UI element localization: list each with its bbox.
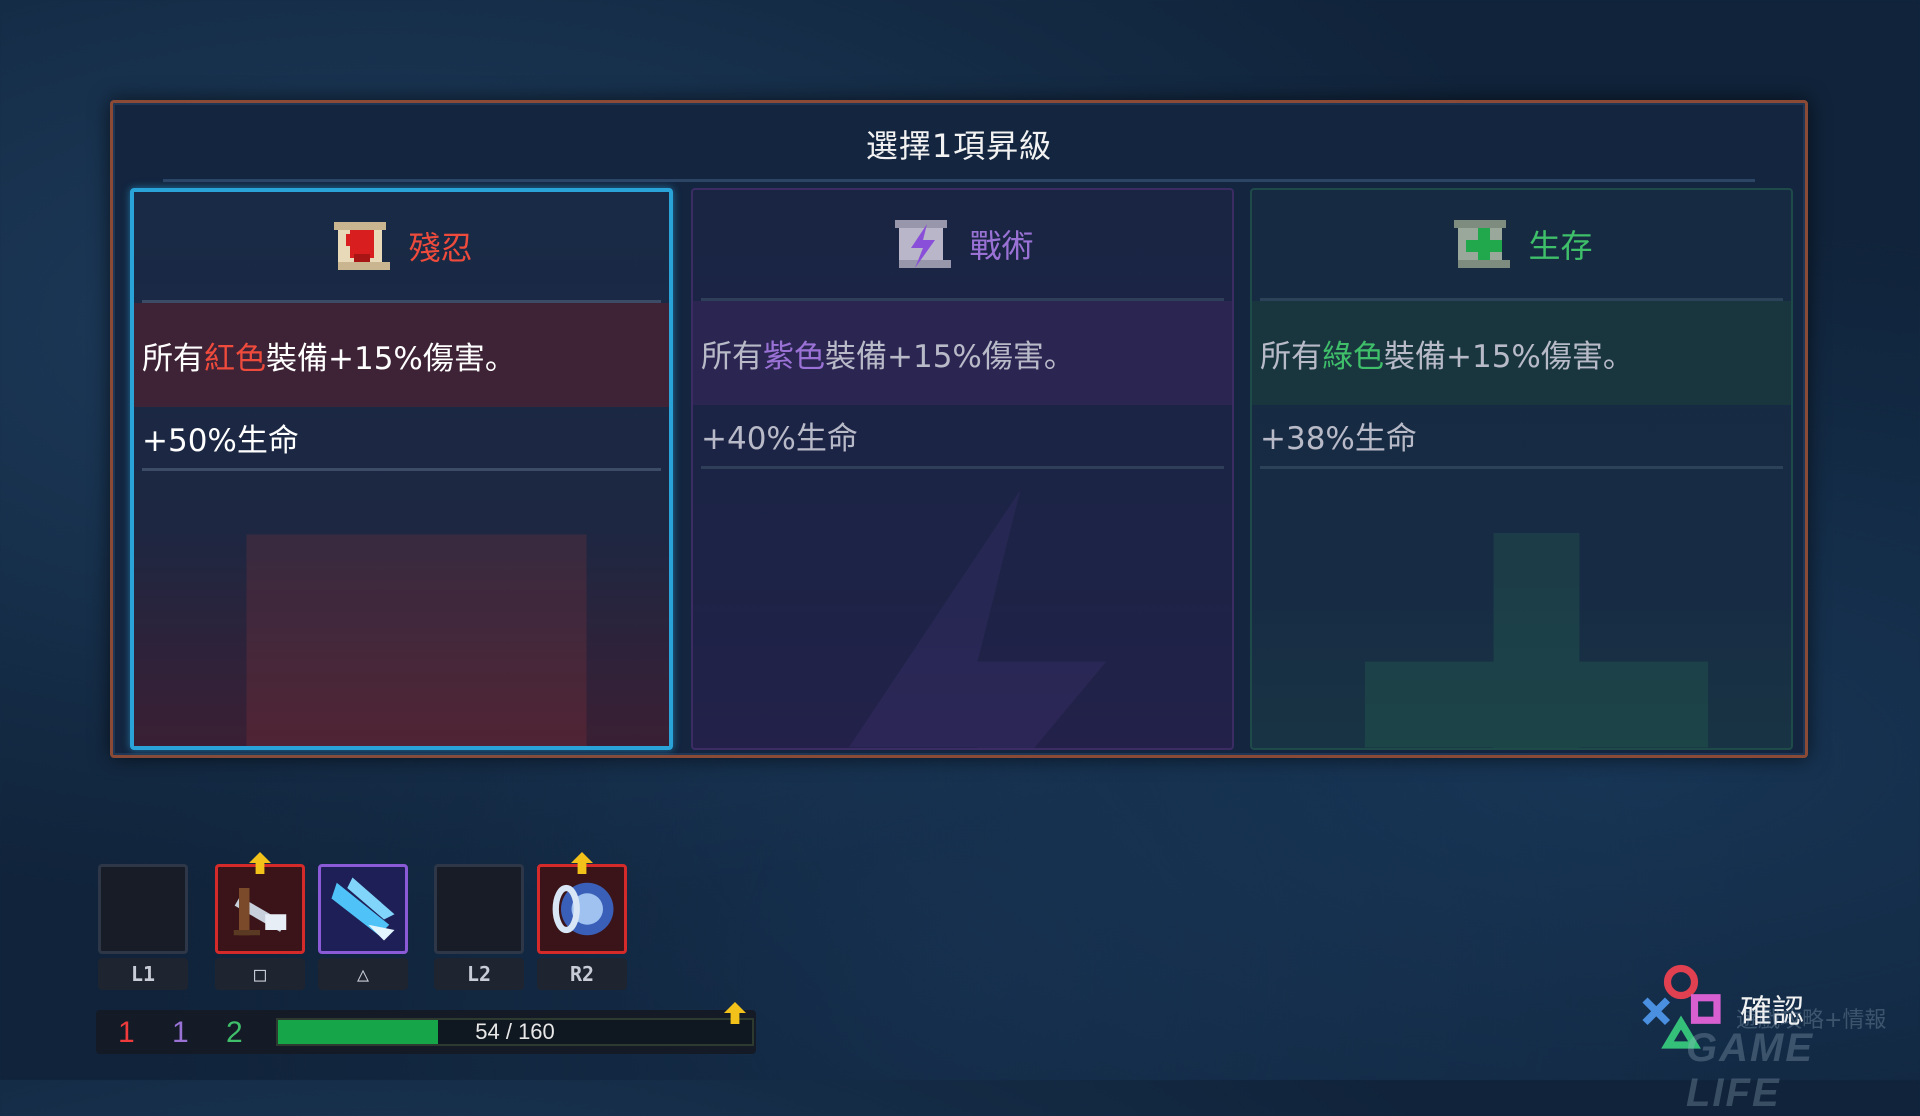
ring-orb-skill-icon [552, 882, 614, 936]
green-cross-scroll-icon [1454, 220, 1511, 268]
title-divider [163, 179, 1755, 182]
health-divider [701, 466, 1224, 469]
equipment-slot-l2[interactable] [434, 864, 524, 954]
card-background-art [246, 534, 587, 746]
equipment-slot-r2[interactable] [537, 864, 627, 954]
damage-bonus-line: 所有 紫色 裝備+15%傷害。 [693, 301, 1232, 405]
card-header: 戰術 [693, 190, 1232, 298]
upgrade-card-brutality[interactable]: 殘忍 所有 紅色 裝備+15%傷害。 +50%生命 [130, 188, 673, 750]
tactics-scroll-count: 1 [172, 1016, 189, 1049]
health-bar-text: 54 / 160 [278, 1019, 752, 1044]
card-background-art [1364, 532, 1709, 748]
effect-prefix: 所有 [142, 340, 204, 377]
health-divider [1260, 466, 1783, 469]
crossbow-weapon-icon [233, 888, 287, 936]
upgrade-card-tactics[interactable]: 戰術 所有 紫色 裝備+15%傷害。 +40%生命 [691, 188, 1234, 750]
health-current: 54 [475, 1019, 500, 1044]
card-title: 殘忍 [408, 229, 473, 267]
health-divider [142, 468, 661, 471]
stats-bar: 1 1 2 54 / 160 [96, 1010, 756, 1054]
button-prompt-l2: L2 [434, 958, 524, 990]
button-prompt-r2: R2 [537, 958, 627, 990]
equipment-slot-primary-weapon[interactable] [215, 864, 305, 954]
button-prompt-square: □ [215, 958, 305, 990]
button-prompt-l1: L1 [98, 958, 188, 990]
brutality-scroll-count: 1 [118, 1016, 135, 1049]
color-keyword: 紅色 [204, 340, 266, 377]
purple-lightning-scroll-icon [895, 220, 952, 268]
upgrade-panel: 選擇1項昇級 殘忍 所有 紅色 裝備+15%傷害。 +50%生命 戰術 所有 紫… [110, 100, 1808, 758]
health-max: 160 [518, 1019, 555, 1044]
upgrade-arrow-icon [724, 1002, 746, 1024]
card-header: 生存 [1252, 190, 1791, 298]
damage-bonus-line: 所有 綠色 裝備+15%傷害。 [1252, 301, 1791, 405]
upgrade-arrow-icon [249, 852, 271, 874]
health-separator: / [505, 1019, 512, 1044]
effect-suffix: 裝備+15%傷害。 [825, 338, 1075, 375]
card-title: 生存 [1528, 227, 1593, 265]
watermark-logo: GAME LIFE [1686, 1026, 1814, 1115]
effect-suffix: 裝備+15%傷害。 [1384, 338, 1634, 375]
card-header: 殘忍 [134, 192, 669, 300]
health-bar: 54 / 160 [276, 1018, 754, 1046]
color-keyword: 紫色 [763, 338, 825, 375]
survival-scroll-count: 2 [226, 1016, 243, 1049]
button-prompt-triangle: △ [318, 958, 408, 990]
upgrade-card-survival[interactable]: 生存 所有 綠色 裝備+15%傷害。 +38%生命 [1250, 188, 1793, 750]
health-bonus-line: +40%生命 [701, 420, 858, 457]
card-title: 戰術 [969, 227, 1034, 265]
effect-prefix: 所有 [1260, 338, 1322, 375]
red-fist-scroll-icon [334, 222, 391, 270]
card-background-art [848, 490, 1107, 748]
health-bonus-line: +38%生命 [1260, 420, 1417, 457]
upgrade-arrow-icon [571, 852, 593, 874]
ice-shard-skill-icon [331, 877, 395, 941]
effect-prefix: 所有 [701, 338, 763, 375]
equipment-slot-secondary-skill[interactable] [318, 864, 408, 954]
color-keyword: 綠色 [1322, 338, 1384, 375]
damage-bonus-line: 所有 紅色 裝備+15%傷害。 [134, 303, 669, 407]
effect-suffix: 裝備+15%傷害。 [266, 340, 516, 377]
equipment-slot-l1[interactable] [98, 864, 188, 954]
panel-title: 選擇1項昇級 [865, 127, 1053, 165]
health-bonus-line: +50%生命 [142, 422, 299, 459]
